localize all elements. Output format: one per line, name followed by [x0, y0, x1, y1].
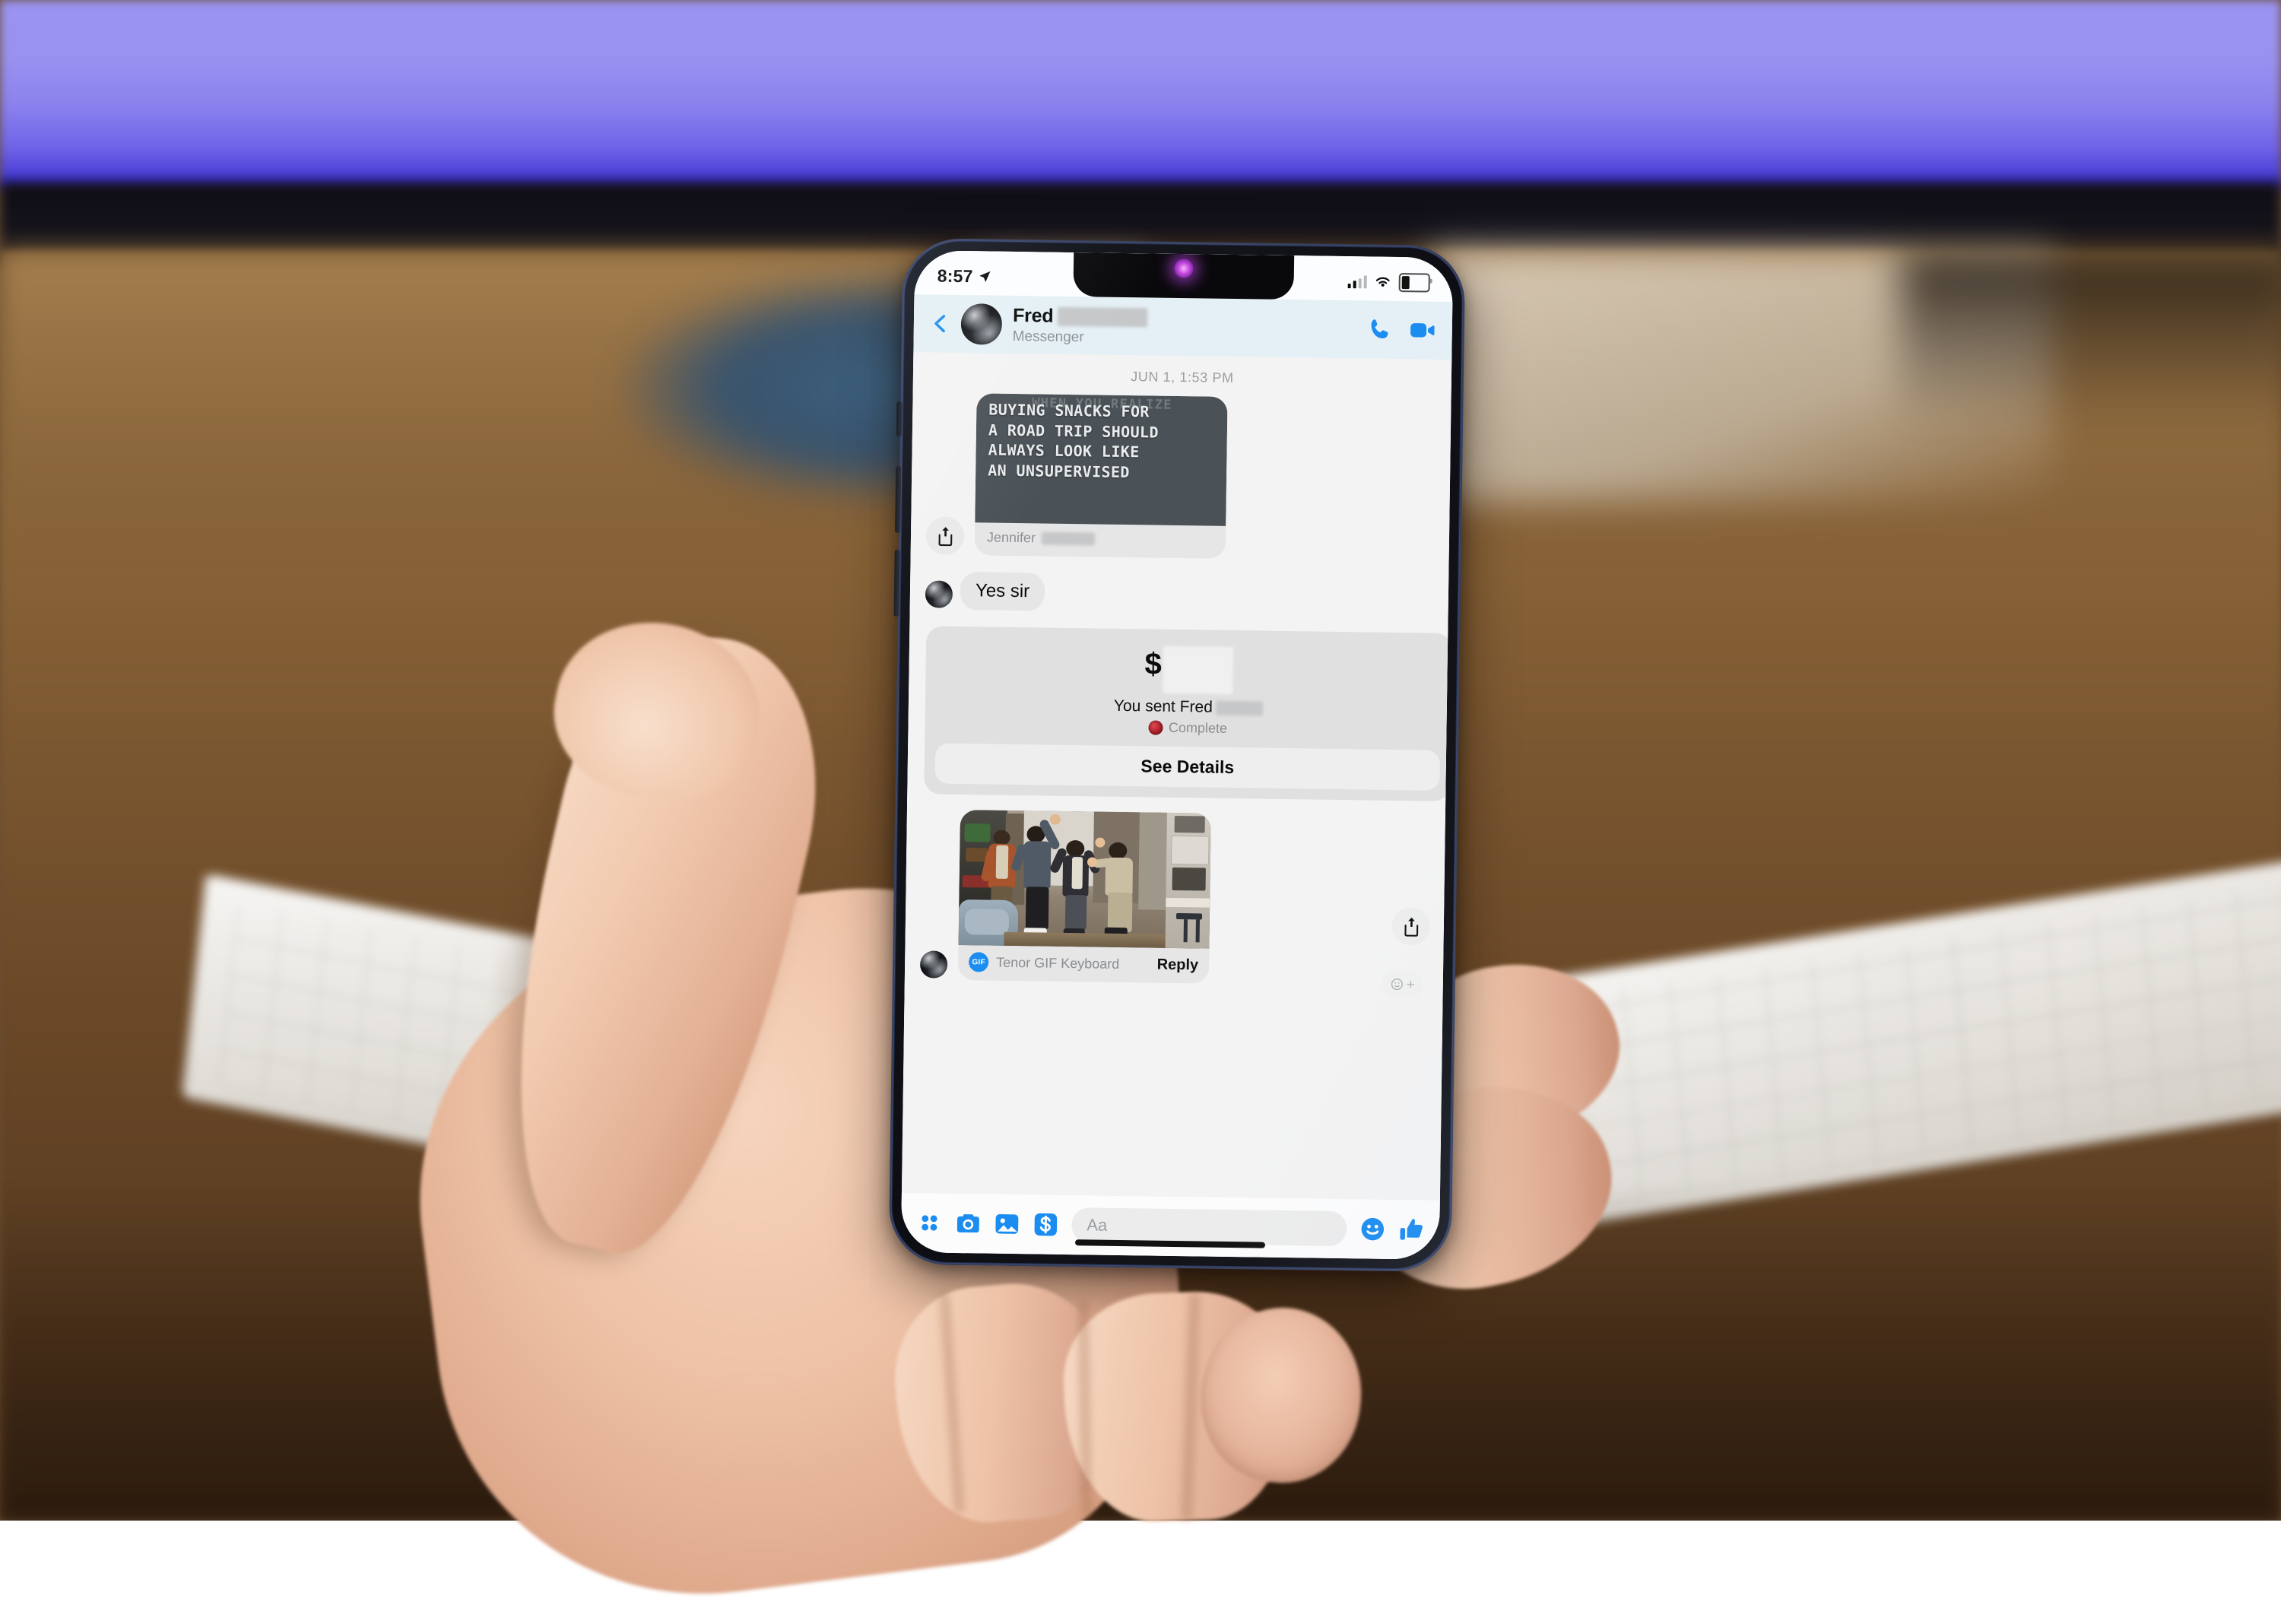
hand-foreground-fingers	[0, 0, 2281, 1530]
